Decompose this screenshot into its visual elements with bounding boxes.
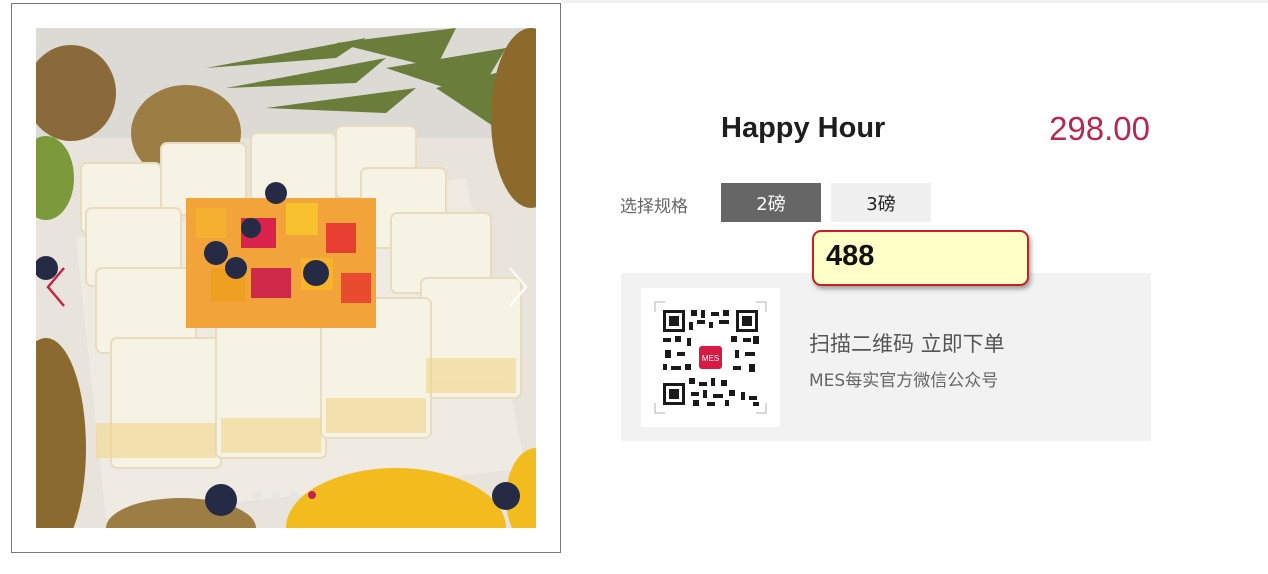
gallery-next-arrow[interactable]: [504, 264, 534, 310]
qr-code-icon: MES: [654, 301, 767, 414]
product-image[interactable]: [36, 28, 536, 528]
qr-title: 扫描二维码 立即下单: [809, 332, 1005, 356]
spec-label: 选择规格: [620, 197, 688, 217]
chevron-right-icon: [509, 267, 528, 307]
cake-photo: [36, 28, 536, 528]
product-title: Happy Hour: [721, 112, 886, 144]
spec-option-3lb[interactable]: 3磅: [831, 183, 931, 222]
chevron-left-icon: [46, 267, 65, 307]
product-gallery: [11, 3, 561, 553]
value-tooltip: 488: [812, 230, 1029, 286]
gallery-dot[interactable]: [254, 491, 262, 499]
qr-panel: MES 扫描二维码 立即下单 MES每实官方微信公众号: [621, 273, 1151, 441]
gallery-dot[interactable]: [290, 491, 298, 499]
gallery-prev-arrow[interactable]: [40, 264, 70, 310]
qr-code: MES: [641, 288, 780, 427]
spec-option-2lb[interactable]: 2磅: [721, 183, 821, 222]
product-price: 298.00: [1049, 110, 1150, 147]
gallery-dot-active[interactable]: [308, 491, 316, 499]
top-divider: [561, 0, 1268, 3]
qr-logo-text: MES: [702, 354, 719, 363]
qr-subtitle: MES每实官方微信公众号: [809, 371, 999, 391]
gallery-dot[interactable]: [272, 491, 280, 499]
gallery-pagination: [254, 491, 316, 501]
